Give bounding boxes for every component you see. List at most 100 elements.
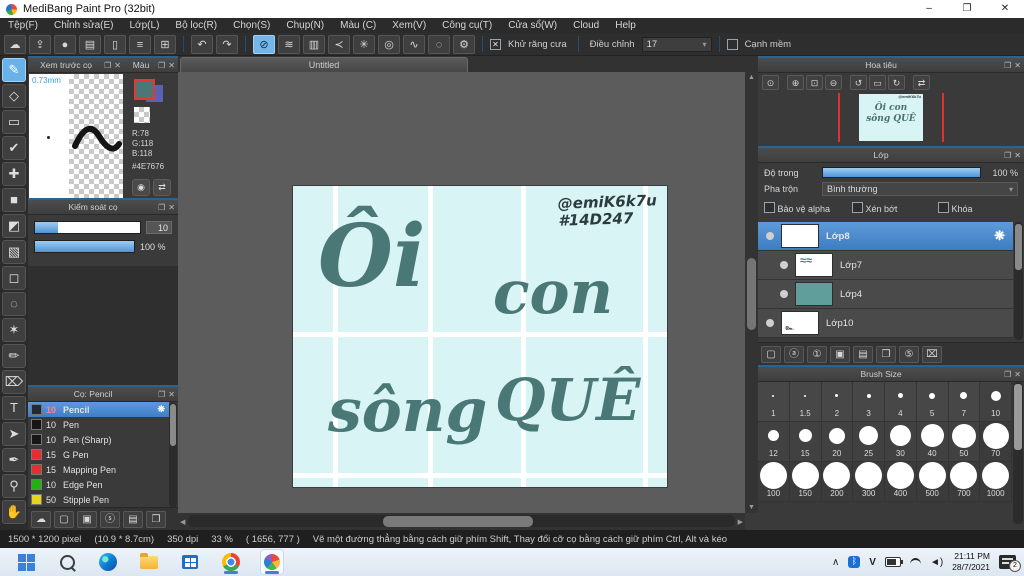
layer-option-checkbox[interactable]: Bảo vệ alpha (764, 202, 852, 214)
visibility-dot-icon[interactable] (766, 232, 774, 240)
tray-chevron-icon[interactable]: ∧ (832, 557, 839, 568)
layer-list-scrollbar[interactable] (1014, 222, 1023, 340)
zoom-actual-icon[interactable]: ⊙ (762, 75, 779, 90)
adjust-dropdown[interactable]: 17 ▾ (641, 36, 712, 52)
zoom-out-icon[interactable]: ⊖ (825, 75, 842, 90)
foreground-color-swatch[interactable] (134, 79, 155, 100)
brush-size-option[interactable]: 15 (789, 422, 822, 462)
snap-grid-icon[interactable]: ▥ (303, 34, 325, 54)
brush-size-option[interactable]: 300 (853, 462, 885, 502)
brush-opacity-slider[interactable] (34, 240, 135, 253)
brush-size-option[interactable]: 1.5 (789, 382, 822, 422)
brush-size-option[interactable]: 1000 (980, 462, 1012, 502)
layer-option-checkbox[interactable]: Xén bớt (852, 202, 938, 214)
brush-size-option[interactable]: 500 (916, 462, 949, 502)
eraser-tool[interactable]: ◇ (2, 84, 26, 108)
fill-rect-tool[interactable]: ■ (2, 188, 26, 212)
menu-item[interactable]: Chỉnh sửa(E) (46, 18, 122, 33)
popout-icon[interactable]: ❐ (1004, 370, 1011, 379)
layer-opacity-slider[interactable] (822, 167, 981, 178)
menu-item[interactable]: Bộ lọc(R) (167, 18, 225, 33)
rect-tool[interactable]: ▭ (2, 110, 26, 134)
cloud-icon[interactable]: ☁ (4, 34, 26, 54)
brush-size-option[interactable]: 30 (885, 422, 917, 462)
close-icon[interactable]: ✕ (1014, 370, 1021, 379)
visibility-dot-icon[interactable] (766, 319, 774, 327)
menu-item[interactable]: Help (607, 18, 644, 33)
lasso-tool[interactable]: ◌ (2, 292, 26, 316)
taskbar-store[interactable] (178, 549, 202, 575)
rotate-ccw-icon[interactable]: ↺ (850, 75, 867, 90)
brush-size-scrollbar[interactable] (1013, 382, 1023, 524)
scroll-down-icon[interactable]: ▼ (745, 504, 758, 511)
brush-size-option[interactable]: 2 (821, 382, 854, 422)
artwork-canvas[interactable]: Ôi con sông QUÊ @emiK6k7u #14D247 (293, 186, 667, 487)
polyline-tool[interactable]: ✔ (2, 136, 26, 160)
Mapping Pen[interactable]: 15 Mapping Pen (28, 462, 169, 477)
move-tool[interactable]: ✚ (2, 162, 26, 186)
blend-mode-dropdown[interactable]: Bình thường ▾ (822, 182, 1018, 196)
menu-item[interactable]: Xem(V) (384, 18, 434, 33)
gradient-tool[interactable]: ▧ (2, 240, 26, 264)
eyedropper-tool[interactable]: ⚲ (2, 474, 26, 498)
speaker-icon[interactable]: ◄) (930, 557, 943, 568)
transparent-color-swatch[interactable] (134, 107, 150, 123)
taskbar-search[interactable] (55, 549, 79, 575)
menu-item[interactable]: Cửa sổ(W) (500, 18, 565, 33)
brush-list-scrollbar[interactable] (169, 402, 177, 508)
brush-size-option[interactable]: 50 (948, 422, 981, 462)
brush-size-option[interactable]: 4 (885, 382, 917, 422)
popout-icon[interactable]: ❐ (158, 61, 165, 70)
menu-item[interactable]: Công cụ(T) (434, 18, 500, 33)
brush-size-option[interactable]: 100 (758, 462, 790, 502)
navigator-thumbnail-area[interactable]: @emiK6k7u Ôi con sông QUÊ (758, 91, 1024, 144)
comment-lines-icon[interactable]: ▤ (79, 34, 101, 54)
bucket-tool[interactable]: ◩ (2, 214, 26, 238)
zoom-in-icon[interactable]: ⊕ (787, 75, 804, 90)
new-layer-icon[interactable]: ▢ (761, 345, 781, 363)
brush-size-option[interactable]: 400 (885, 462, 917, 502)
select-eraser-tool[interactable]: ⌦ (2, 370, 26, 394)
Pen[interactable]: 10 Pen (28, 417, 169, 432)
new-1bit-layer-icon[interactable]: ① (807, 345, 827, 363)
taskbar-medibang[interactable] (260, 549, 284, 575)
list-settings-icon[interactable]: ≡ (129, 34, 151, 54)
upload-icon[interactable]: ⇪ (29, 34, 51, 54)
fit-screen-icon[interactable]: ⊡ (806, 75, 823, 90)
upload-brush-icon[interactable]: ☁ (31, 510, 51, 528)
taskbar-chrome[interactable] (219, 549, 243, 575)
gear-icon[interactable]: ❋ (157, 404, 165, 415)
close-button[interactable]: ✕ (986, 0, 1024, 18)
brush-size-option[interactable]: 200 (821, 462, 854, 502)
Pencil[interactable]: 10 Pencil ❋ (28, 402, 169, 417)
taskbar-explorer[interactable] (137, 549, 161, 575)
scroll-right-icon[interactable]: ▶ (738, 518, 743, 526)
brush-size-option[interactable]: 10 (980, 382, 1012, 422)
comment-icon[interactable]: ● (54, 34, 76, 54)
flip-icon[interactable]: ⇄ (913, 75, 930, 90)
snap-parallel-icon[interactable]: ≋ (278, 34, 300, 54)
reset-rotation-icon[interactable]: ▭ (869, 75, 886, 90)
Lớp10[interactable]: Lớp10 (758, 309, 1013, 338)
script-brush-icon[interactable]: ⓢ (100, 510, 120, 528)
delete-layer-icon[interactable]: ⌧ (922, 345, 942, 363)
horizontal-scroll-thumb[interactable] (383, 516, 533, 527)
add-layer-menu-icon[interactable]: ▣ (830, 345, 850, 363)
Stipple Pen[interactable]: 50 Stipple Pen (28, 492, 169, 507)
document-icon[interactable]: ▯ (104, 34, 126, 54)
menu-item[interactable]: Chọn(S) (225, 18, 278, 33)
tray-v-icon[interactable]: V (869, 557, 876, 568)
text-tool[interactable]: T (2, 396, 26, 420)
start-button[interactable] (14, 549, 38, 575)
snap-vanishing-icon[interactable]: ≺ (328, 34, 350, 54)
new-folder-icon[interactable]: ▤ (853, 345, 873, 363)
Lớp4[interactable]: Lớp4 (758, 280, 1013, 309)
undo-icon[interactable]: ↶ (191, 34, 213, 54)
gear-icon[interactable]: ❋ (994, 228, 1005, 244)
brush-size-option[interactable]: 700 (948, 462, 981, 502)
popout-icon[interactable]: ❐ (158, 390, 165, 399)
menu-item[interactable]: Màu (C) (332, 18, 384, 33)
window-layout-icon[interactable]: ⊞ (154, 34, 176, 54)
popout-icon[interactable]: ❐ (158, 203, 165, 212)
select-tool[interactable]: ◻ (2, 266, 26, 290)
